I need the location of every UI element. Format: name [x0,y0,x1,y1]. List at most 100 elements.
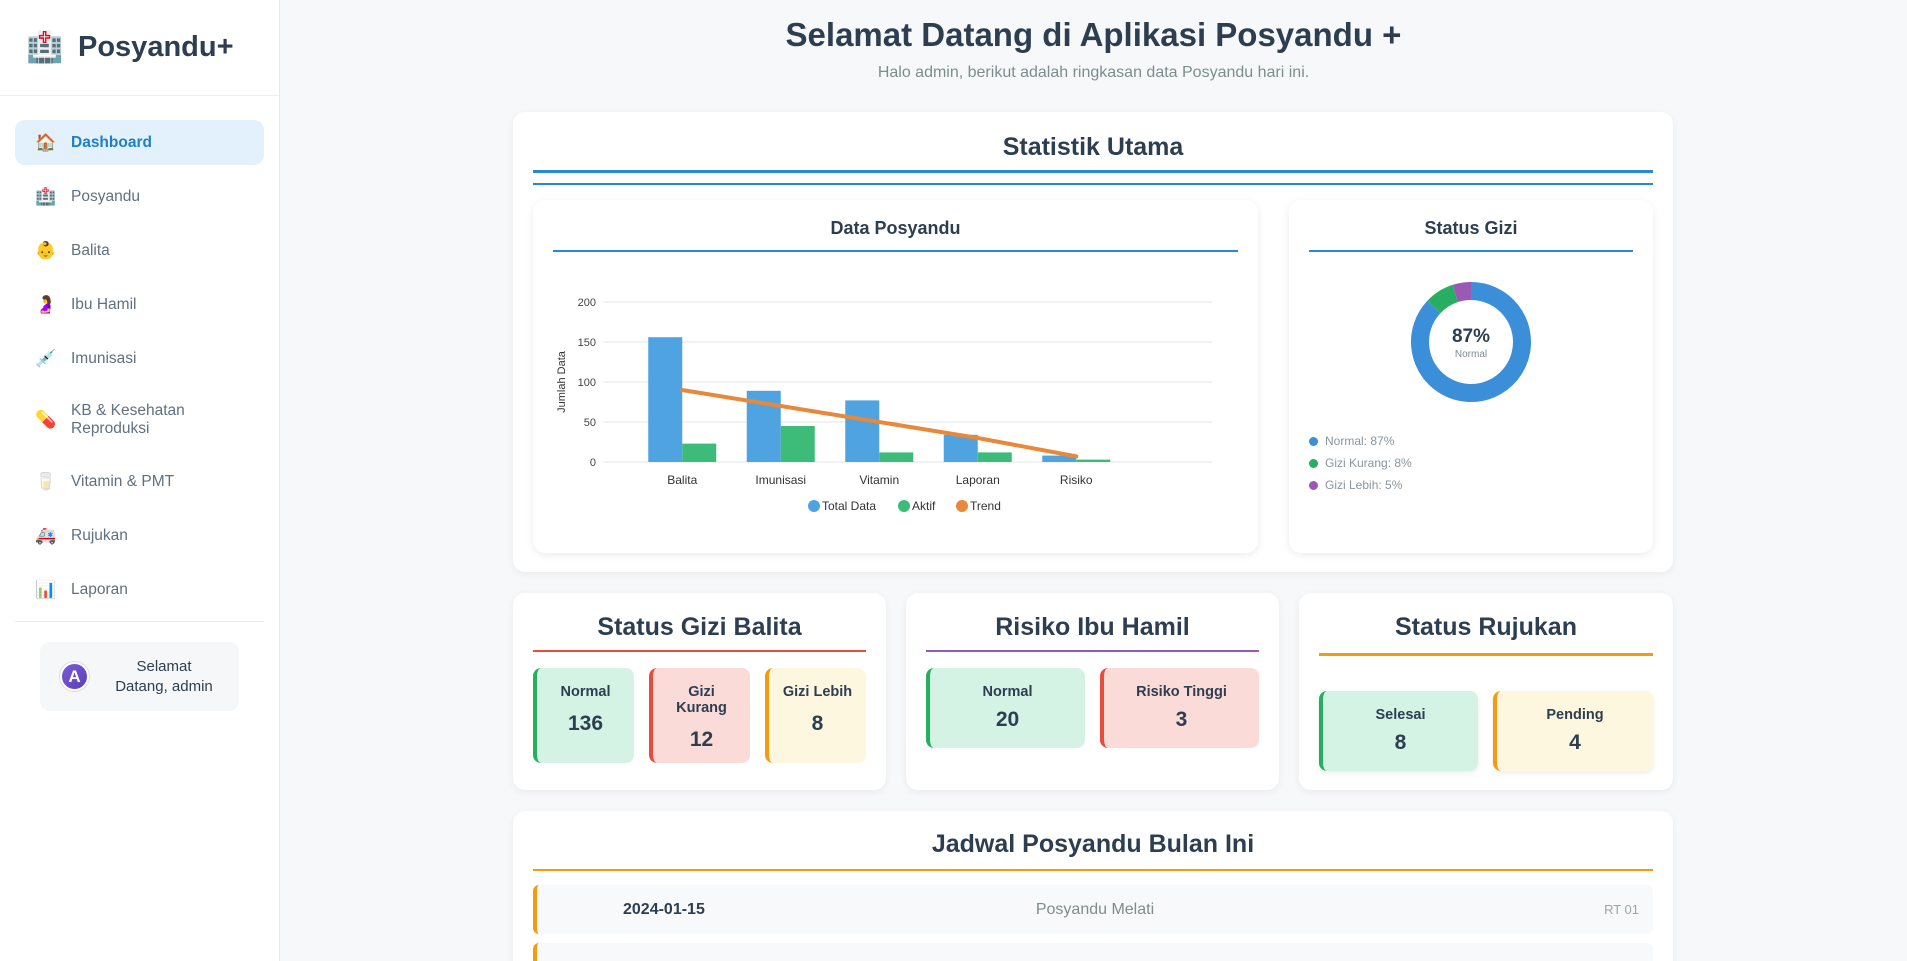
sidebar-item-label: Ibu Hamil [71,295,137,313]
tile-label: Risiko Tinggi [1136,684,1227,700]
brand[interactable]: 🏥 Posyandu+ [0,0,279,96]
legend-item: Gizi Kurang: 8% [1309,456,1412,470]
tile-label: Selesai [1375,707,1426,723]
sidebar-item-label: Posyandu [71,187,140,205]
bar-aktif[interactable] [682,443,717,462]
schedule-row[interactable] [533,943,1653,961]
tile-label: Gizi Lebih [782,684,853,700]
card-title-underline [1319,653,1653,656]
donut-slice[interactable] [1452,282,1472,303]
legend-marker [956,500,968,512]
sidebar-item-posyandu[interactable]: 🏥 Posyandu [15,174,264,219]
tile-normal[interactable]: Normal 20 [926,668,1085,748]
x-tick-label: Laporan [956,473,1000,487]
donut-center-label: Normal [1454,349,1488,360]
x-tick-label: Imunisasi [755,473,806,487]
house-icon: 🏠 [35,132,57,152]
pill-icon: 💊 [35,410,57,429]
y-tick-label: 200 [578,297,596,309]
legend-label: Aktif [912,499,936,513]
y-tick-label: 100 [578,377,596,389]
tile-value: 3 [1175,708,1188,731]
sidebar-item-balita[interactable]: 👶 Balita [15,228,264,273]
user-card[interactable]: A Selamat Datang, admin [40,642,239,711]
sidebar-item-ibu-hamil[interactable]: 🤰 Ibu Hamil [15,282,264,327]
card-title: Status Rujukan [1395,613,1577,641]
tile-selesai[interactable]: Selesai 8 [1319,691,1478,771]
card-title-underline [926,650,1259,652]
sidebar-item-imunisasi[interactable]: 💉 Imunisasi [15,336,264,381]
legend-item[interactable]: Aktif [898,499,936,513]
y-axis-label: Jumlah Data [556,350,568,413]
user-greeting: Selamat Datang, admin [115,657,213,695]
tile-label: Normal [560,684,611,700]
legend-item: Normal: 87% [1309,434,1394,448]
y-tick-label: 0 [590,457,596,469]
tile-label: Pending [1546,707,1604,723]
bar-total-data[interactable] [845,400,880,462]
bar-total-data[interactable] [648,337,683,462]
donut-center-value: 87% [1451,326,1491,347]
sidebar-item-label: Balita [71,241,110,259]
y-tick-label: 150 [578,337,596,349]
schedule-row[interactable]: 2024-01-15 Posyandu Melati RT 01 [533,885,1653,934]
tile-value: 4 [1569,731,1581,754]
legend-label: Trend [970,499,1001,513]
hospital-logo-icon: 🏥 [26,31,64,64]
legend-item[interactable]: Total Data [808,499,876,513]
schedule-card: Jadwal Posyandu Bulan Ini 2024-01-15 Pos… [513,811,1673,961]
tile-label: Normal [982,684,1033,700]
legend-label: Gizi Kurang: 8% [1325,456,1412,470]
tile-pending[interactable]: Pending 4 [1493,691,1653,771]
page-subtitle: Halo admin, berikut adalah ringkasan dat… [877,64,1310,81]
card-title: Status Gizi Balita [597,613,802,641]
sidebar-item-rujukan[interactable]: 🚑 Rujukan [15,513,264,558]
sidebar-item-label: Vitamin & PMT [71,472,175,490]
sidebar-item-label: Rujukan [71,526,128,544]
legend-item[interactable]: Trend [956,499,1001,513]
status-gizi-balita-card: Status Gizi Balita Normal 136 Gizi Kuran… [513,593,886,790]
risiko-ibu-hamil-card: Risiko Ibu Hamil Normal 20 Risiko Tinggi… [906,593,1279,790]
bar-aktif[interactable] [879,452,914,462]
y-tick-label: 50 [584,417,596,429]
page-title: Selamat Datang di Aplikasi Posyandu + [785,16,1402,53]
x-tick-label: Vitamin [859,473,899,487]
main-statistics-card: Statistik Utama Data Posyandu 0 50 100 150 2… [513,112,1673,572]
tile-gizi-kurang[interactable]: Gizi Kurang 12 [649,668,750,763]
hospital-icon: 🏥 [35,186,57,206]
sidebar-item-dashboard[interactable]: 🏠 Dashboard [15,120,264,165]
brand-name: Posyandu+ [78,31,234,63]
x-tick-label: Risiko [1060,473,1093,487]
bar-aktif[interactable] [780,426,815,462]
section-title: Statistik Utama [1002,133,1184,161]
sidebar-item-kb-kesehatan-reproduksi[interactable]: 💊 KB & Kesehatan Reproduksi [15,390,264,450]
card-title: Jadwal Posyandu Bulan Ini [931,830,1255,858]
schedule-name: Posyandu Melati [1035,900,1155,918]
tile-risiko-tinggi[interactable]: Risiko Tinggi 3 [1100,668,1259,748]
status-rujukan-card: Status Rujukan Selesai 8 Pending 4 [1299,593,1673,790]
legend-label: Gizi Lebih: 5% [1325,478,1403,492]
bar-chart-panel: Data Posyandu 0 50 100 150 200 Jumlah Data Bal… [533,200,1258,553]
sidebar-nav: 🏠 Dashboard 🏥 Posyandu 👶 Balita 🤰 Ibu Hamil 💉 Imu… [15,120,264,621]
bar-aktif[interactable] [977,452,1012,462]
ambulance-icon: 🚑 [35,525,57,545]
status-gizi-panel: Status Gizi 87% Normal Normal: 87% Gizi K… [1289,200,1653,553]
syringe-icon: 💉 [35,348,57,368]
tile-normal[interactable]: Normal 136 [533,668,634,763]
sidebar: 🏥 Posyandu+ 🏠 Dashboard 🏥 Posyandu 👶 Balita 🤰 I… [0,0,280,961]
sidebar-item-vitamin-pmt[interactable]: 🥛 Vitamin & PMT [15,459,264,504]
x-tick-label: Balita [667,473,697,487]
tile-gizi-lebih[interactable]: Gizi Lebih 8 [765,668,866,763]
sidebar-item-label: Laporan [71,580,128,598]
bar-aktif[interactable] [1076,459,1111,462]
legend-marker [898,500,910,512]
bar-chart: 0 50 100 150 200 Jumlah Data Balita Imunisasi Vi… [556,297,1212,513]
card-title-underline [533,650,866,652]
nav-divider [15,621,264,622]
tile-value: 8 [1394,731,1407,754]
tile-value: 136 [567,712,604,735]
milk-glass-icon: 🥛 [35,471,57,491]
donut-slice[interactable] [1427,284,1459,314]
sidebar-item-laporan[interactable]: 📊 Laporan [15,567,264,612]
legend-marker [808,500,820,512]
